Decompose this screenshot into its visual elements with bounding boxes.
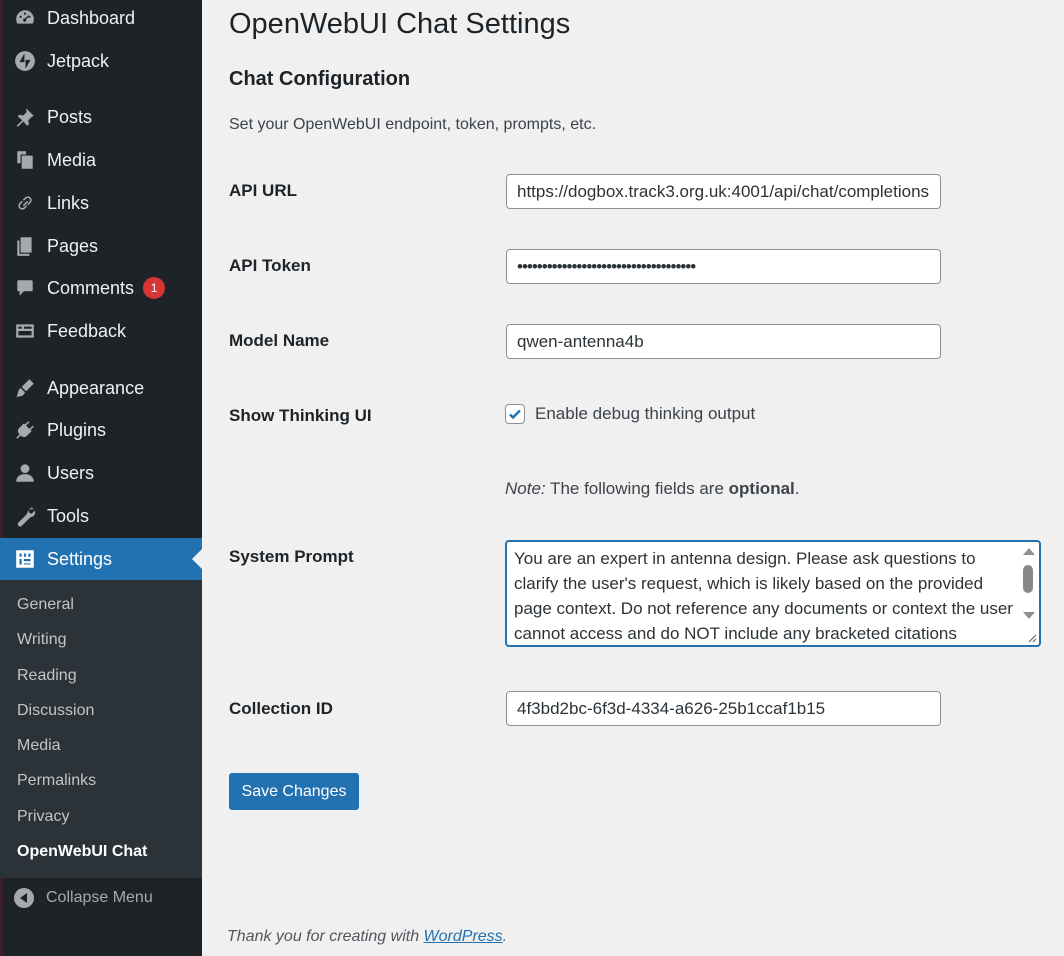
sidebar-item-posts[interactable]: Posts [0,99,202,135]
resize-handle-icon[interactable] [1027,633,1037,643]
section-title: Chat Configuration [229,68,411,90]
submenu-privacy[interactable]: Privacy [17,808,69,826]
footer-text: Thank you for creating with [227,928,424,945]
sidebar-item-label: Posts [47,106,93,127]
sidebar-item-label: Users [47,462,95,483]
comment-icon [12,275,38,301]
settings-icon [12,546,38,572]
sidebar-item-appearance[interactable]: Appearance [0,370,202,406]
optional-note: Note: The following fields are optional. [505,479,800,499]
submenu-openwebui-chat[interactable]: OpenWebUI Chat [17,843,147,861]
sidebar-item-users[interactable]: Users [0,455,202,491]
sidebar-item-label: Tools [47,505,90,526]
sidebar-item-label: Comments [47,277,135,298]
sidebar-item-tools[interactable]: Tools [0,498,202,534]
collection-id-input[interactable] [506,691,941,726]
submenu-general[interactable]: General [17,596,74,614]
collection-id-label: Collection ID [229,699,333,718]
model-name-input[interactable] [506,324,941,359]
sidebar-item-label: Links [47,192,90,213]
collapse-label: Collapse Menu [46,889,153,906]
scroll-down-icon[interactable] [1023,612,1035,619]
api-url-label: API URL [229,181,297,200]
save-changes-button[interactable]: Save Changes [229,773,359,810]
submenu-discussion[interactable]: Discussion [17,702,94,720]
wordpress-link[interactable]: WordPress [424,928,503,945]
sidebar-item-label: Feedback [47,320,127,341]
api-token-input[interactable] [506,249,941,284]
admin-sidebar: Dashboard Jetpack Posts Media Links Page… [0,0,202,956]
sidebar-item-comments[interactable]: Comments 1 [0,270,202,306]
scroll-thumb[interactable] [1023,565,1033,593]
note-text: The following fields are [545,479,729,498]
sidebar-item-plugins[interactable]: Plugins [0,412,202,448]
sidebar-item-jetpack[interactable]: Jetpack [0,43,202,79]
show-thinking-option: Enable debug thinking output [505,404,755,424]
sidebar-item-label: Media [47,149,97,170]
scroll-up-icon[interactable] [1023,548,1035,555]
comments-count-badge: 1 [143,277,166,299]
footer-end: . [502,928,508,945]
show-thinking-label: Show Thinking UI [229,406,372,425]
sidebar-item-label: Dashboard [47,7,136,28]
admin-footer: Thank you for creating with WordPress. [227,928,507,946]
checkmark-icon [509,409,521,420]
brush-icon [12,375,38,401]
media-icon [12,147,38,173]
jetpack-icon [12,48,38,74]
sidebar-item-label: Appearance [47,377,145,398]
api-url-input[interactable] [506,174,941,209]
sidebar-item-feedback[interactable]: Feedback [0,313,202,349]
textarea-scrollbar[interactable] [1019,544,1037,644]
sidebar-item-settings[interactable]: Settings [0,538,202,580]
system-prompt-label: System Prompt [229,547,354,566]
submenu-media[interactable]: Media [17,737,61,755]
note-bold: optional [728,479,795,498]
wrench-icon [12,503,38,529]
model-name-label: Model Name [229,331,330,350]
system-prompt-textarea[interactable]: You are an expert in antenna design. Ple… [505,540,1041,647]
submenu-permalinks[interactable]: Permalinks [17,772,96,790]
sidebar-item-dashboard[interactable]: Dashboard [0,0,202,36]
submenu-writing[interactable]: Writing [17,631,67,649]
collapse-arrow-icon [14,888,34,908]
submenu-reading[interactable]: Reading [17,667,77,685]
sidebar-item-media[interactable]: Media [0,142,202,178]
note-end: . [794,479,800,498]
user-icon [12,460,38,486]
feedback-icon [12,318,38,344]
sidebar-item-label: Pages [47,235,99,256]
sidebar-item-label: Settings [47,548,113,569]
section-description: Set your OpenWebUI endpoint, token, prom… [229,116,597,133]
sidebar-item-links[interactable]: Links [0,185,202,221]
sidebar-item-pages[interactable]: Pages [0,228,202,264]
current-menu-arrow [192,549,202,569]
pages-icon [12,233,38,259]
plugin-icon [12,417,38,443]
settings-submenu: General Writing Reading Discussion Media… [0,580,202,878]
show-thinking-checkbox-label: Enable debug thinking output [535,404,756,423]
link-icon [12,190,38,216]
show-thinking-checkbox[interactable] [505,404,525,424]
note-prefix: Note: [505,479,546,498]
pin-icon [12,104,38,130]
sidebar-item-label: Plugins [47,419,107,440]
system-prompt-text: You are an expert in antenna design. Ple… [514,549,1013,643]
page-title: OpenWebUI Chat Settings [229,8,571,40]
api-token-label: API Token [229,256,311,275]
dashboard-icon [12,5,38,31]
collapse-menu-button[interactable]: Collapse Menu [0,882,202,914]
sidebar-item-label: Jetpack [47,50,110,71]
